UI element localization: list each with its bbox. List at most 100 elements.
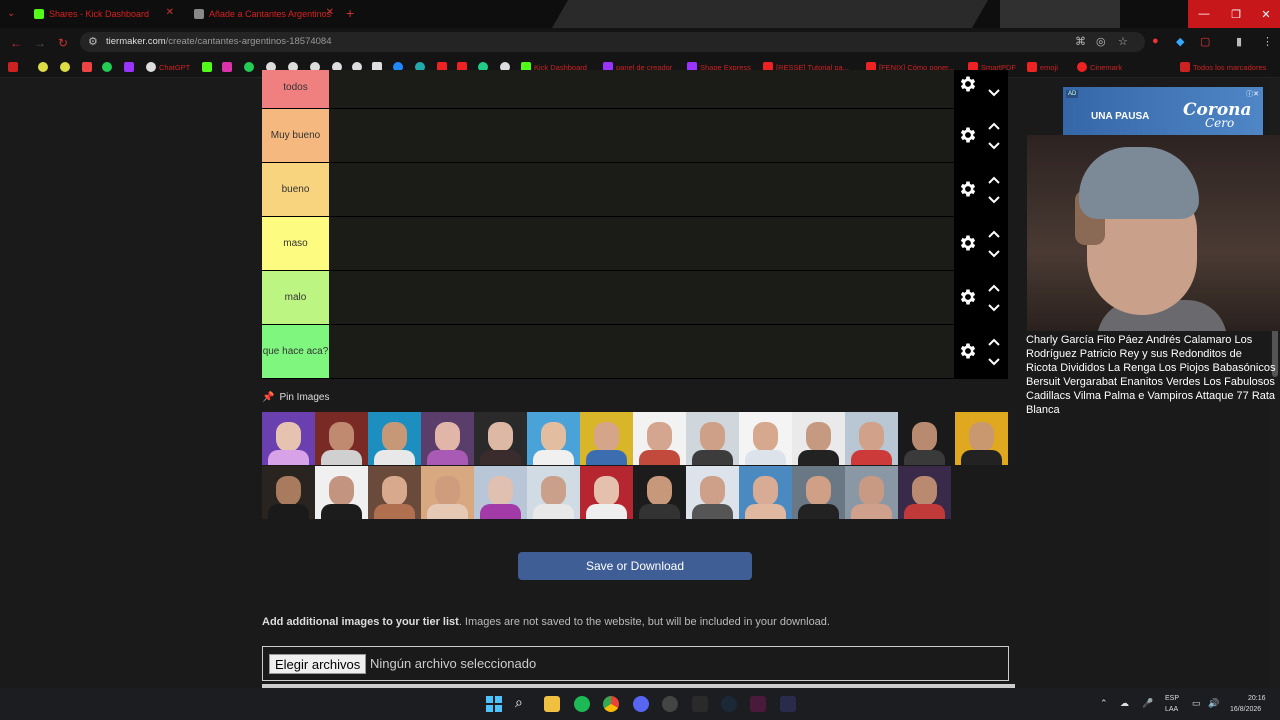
gear-icon[interactable] bbox=[958, 74, 978, 94]
bookmark-icon[interactable] bbox=[244, 61, 257, 73]
tier-drop-zone[interactable] bbox=[330, 325, 954, 378]
bookmark-icon[interactable] bbox=[60, 61, 73, 73]
profile-icon[interactable]: ▮ bbox=[1236, 35, 1242, 48]
chrome-icon[interactable] bbox=[603, 696, 619, 712]
app-icon[interactable] bbox=[780, 696, 796, 712]
artist-image[interactable] bbox=[898, 412, 951, 465]
tier-drop-zone[interactable] bbox=[330, 271, 954, 324]
extension-icon[interactable]: ● bbox=[1152, 35, 1159, 47]
menu-icon[interactable]: ⋮ bbox=[1262, 35, 1273, 48]
tier-label[interactable]: bueno bbox=[262, 163, 329, 216]
gear-icon[interactable] bbox=[958, 233, 978, 253]
chevron-up-icon[interactable] bbox=[987, 175, 1001, 185]
advertisement[interactable]: AD ⓘ✕ UNA PAUSA Corona Cero bbox=[1063, 87, 1263, 135]
tier-label[interactable]: maso bbox=[262, 217, 329, 270]
tab-search-icon[interactable]: ⌄ bbox=[7, 8, 15, 19]
artist-image[interactable] bbox=[686, 466, 739, 519]
bookmark-emoji[interactable]: emoji bbox=[1027, 61, 1058, 73]
artist-image[interactable] bbox=[315, 412, 368, 465]
instagram-icon[interactable] bbox=[222, 61, 235, 73]
tier-label[interactable]: todos bbox=[262, 70, 329, 108]
artist-image[interactable] bbox=[580, 466, 633, 519]
artist-image[interactable] bbox=[845, 466, 898, 519]
extension-icon[interactable]: ◆ bbox=[1176, 35, 1184, 48]
site-info-icon[interactable]: ⚙ bbox=[88, 35, 98, 48]
tab-tiermaker[interactable]: Añade a Cantantes Argentinos ✕ bbox=[188, 4, 338, 24]
back-icon[interactable]: ← bbox=[10, 36, 22, 50]
chevron-down-icon[interactable] bbox=[987, 88, 1001, 98]
chevron-down-icon[interactable] bbox=[987, 249, 1001, 259]
maximize-button[interactable]: ❐ bbox=[1220, 0, 1252, 28]
cloud-icon[interactable]: ☁ bbox=[1120, 698, 1129, 709]
chevron-up-icon[interactable] bbox=[987, 337, 1001, 347]
artist-image[interactable] bbox=[315, 466, 368, 519]
close-icon[interactable]: ✕ bbox=[326, 7, 334, 18]
chevron-up-icon[interactable] bbox=[987, 229, 1001, 239]
gear-icon[interactable] bbox=[958, 341, 978, 361]
tab-kick-dashboard[interactable]: Shares - Kick Dashboard ✕ bbox=[28, 4, 178, 24]
extension-icon[interactable]: ▢ bbox=[1200, 35, 1210, 48]
mic-icon[interactable]: 🎤 bbox=[1142, 698, 1153, 709]
bookmark-cinemark[interactable]: Cinemark bbox=[1077, 61, 1122, 73]
artist-image[interactable] bbox=[898, 466, 951, 519]
minimize-button[interactable]: — bbox=[1188, 0, 1220, 28]
artist-image[interactable] bbox=[527, 412, 580, 465]
chevron-up-icon[interactable] bbox=[987, 283, 1001, 293]
gear-icon[interactable] bbox=[958, 179, 978, 199]
whatsapp-icon[interactable] bbox=[102, 61, 115, 73]
eye-off-icon[interactable]: ◎ bbox=[1096, 35, 1106, 48]
translate-icon[interactable]: ⌘ bbox=[1075, 35, 1086, 48]
artist-image[interactable] bbox=[368, 412, 421, 465]
reload-icon[interactable]: ↻ bbox=[58, 36, 68, 50]
artist-image[interactable] bbox=[421, 466, 474, 519]
artist-image[interactable] bbox=[633, 466, 686, 519]
artist-image[interactable] bbox=[262, 466, 315, 519]
new-tab-button[interactable]: + bbox=[346, 5, 354, 21]
clock-time[interactable]: 20:16 bbox=[1248, 695, 1266, 702]
bookmark-chatgpt[interactable]: ChatGPT bbox=[146, 61, 190, 73]
tier-label[interactable]: malo bbox=[262, 271, 329, 324]
tier-label[interactable]: Muy bueno bbox=[262, 109, 329, 162]
choose-files-button[interactable]: Elegir archivos bbox=[269, 654, 367, 674]
close-icon[interactable]: ✕ bbox=[166, 7, 174, 18]
ad-info-icon[interactable]: ⓘ✕ bbox=[1246, 89, 1259, 99]
url-text[interactable]: tiermaker.com/create/cantantes-argentino… bbox=[106, 36, 332, 47]
gear-icon[interactable] bbox=[958, 287, 978, 307]
pin-images-toggle[interactable]: 📌 Pin Images bbox=[262, 392, 329, 403]
chevron-down-icon[interactable] bbox=[987, 195, 1001, 205]
forward-icon[interactable]: → bbox=[34, 36, 46, 50]
artist-image[interactable] bbox=[792, 412, 845, 465]
artist-image[interactable] bbox=[792, 466, 845, 519]
kick-icon[interactable] bbox=[202, 61, 215, 73]
artist-image[interactable] bbox=[955, 412, 1008, 465]
tier-label[interactable]: que hace aca? bbox=[262, 325, 329, 378]
chevron-down-icon[interactable] bbox=[987, 357, 1001, 367]
artist-image[interactable] bbox=[368, 466, 421, 519]
bookmark-icon[interactable] bbox=[38, 61, 51, 73]
bookmark-star-icon[interactable]: ☆ bbox=[1118, 35, 1128, 48]
language-indicator[interactable]: ESP bbox=[1165, 695, 1179, 702]
chevron-down-icon[interactable] bbox=[987, 141, 1001, 151]
steam-icon[interactable] bbox=[721, 696, 737, 712]
tier-drop-zone[interactable] bbox=[330, 109, 954, 162]
artist-image[interactable] bbox=[739, 412, 792, 465]
artist-image[interactable] bbox=[580, 412, 633, 465]
windows-start-icon[interactable] bbox=[486, 696, 502, 712]
twitch-icon[interactable] bbox=[124, 61, 137, 73]
chevron-up-icon[interactable] bbox=[987, 121, 1001, 131]
tier-drop-zone[interactable] bbox=[330, 217, 954, 270]
close-window-button[interactable]: ✕ bbox=[1252, 0, 1280, 28]
file-explorer-icon[interactable] bbox=[544, 696, 560, 712]
artist-image[interactable] bbox=[262, 412, 315, 465]
epic-games-icon[interactable] bbox=[692, 696, 708, 712]
tier-drop-zone[interactable] bbox=[330, 163, 954, 216]
discord-icon[interactable] bbox=[633, 696, 649, 712]
volume-icon[interactable]: 🔊 bbox=[1208, 698, 1219, 709]
gmail-icon[interactable] bbox=[82, 61, 95, 73]
artist-image[interactable] bbox=[845, 412, 898, 465]
artist-image[interactable] bbox=[527, 466, 580, 519]
bookmark-all-folder[interactable]: Todos los marcadores bbox=[1180, 61, 1266, 73]
tray-chevron-icon[interactable]: ⌃ bbox=[1100, 698, 1108, 709]
artist-image[interactable] bbox=[421, 412, 474, 465]
artist-image[interactable] bbox=[686, 412, 739, 465]
